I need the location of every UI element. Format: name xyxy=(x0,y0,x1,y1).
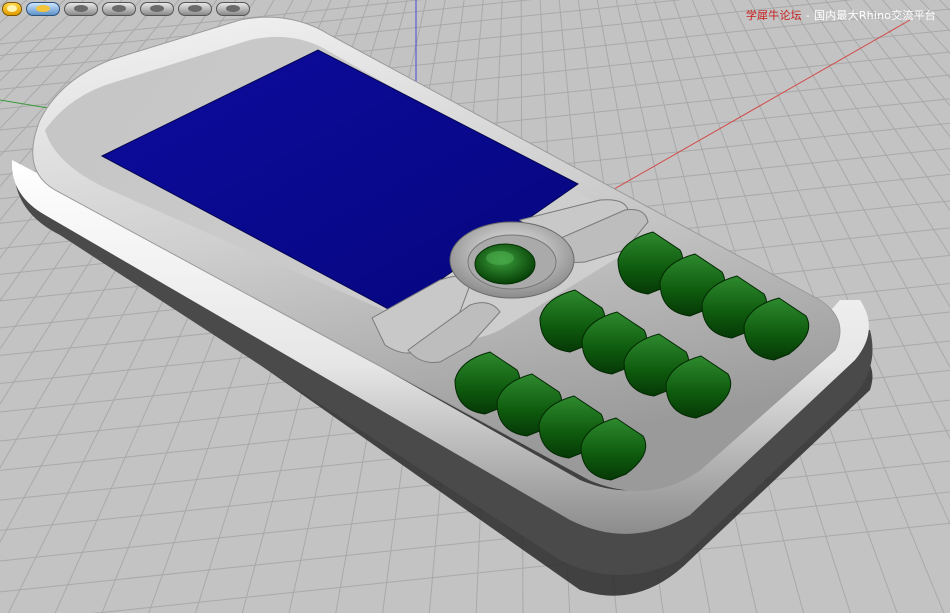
watermark-separator: - xyxy=(805,9,811,22)
material-ball-icon[interactable] xyxy=(216,2,250,16)
material-ball-icon[interactable] xyxy=(64,2,98,16)
watermark-tagline: 国内最大Rhino交流平台 xyxy=(814,9,936,22)
phone-model[interactable] xyxy=(11,16,873,596)
forum-watermark: 学犀牛论坛 - 国内最大Rhino交流平台 xyxy=(746,7,936,23)
smiley-icon[interactable] xyxy=(2,2,22,16)
joystick-highlight xyxy=(486,251,514,265)
watermark-site: 学犀牛论坛 xyxy=(745,9,802,22)
rhino-viewport[interactable] xyxy=(0,0,950,613)
material-toolbar xyxy=(0,0,250,18)
material-ball-icon[interactable] xyxy=(178,2,212,16)
globe-icon[interactable] xyxy=(26,2,60,16)
material-ball-icon[interactable] xyxy=(140,2,174,16)
material-ball-icon[interactable] xyxy=(102,2,136,16)
